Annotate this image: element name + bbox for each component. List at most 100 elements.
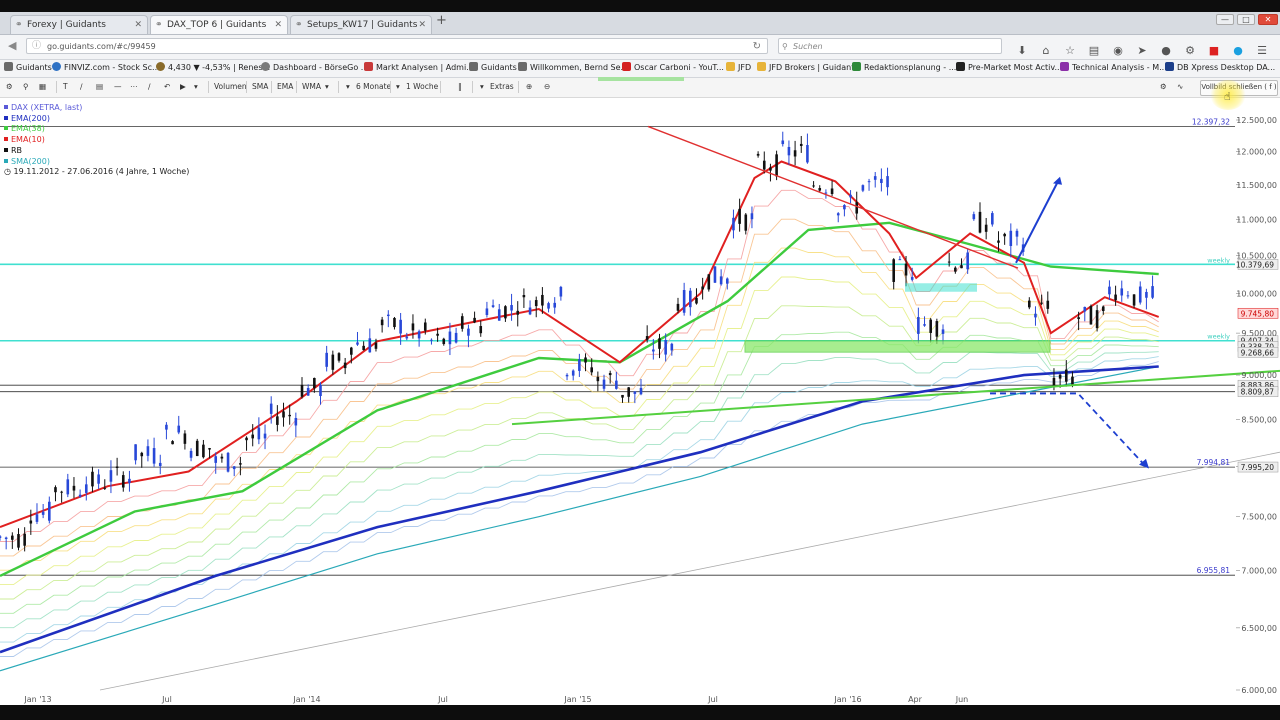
addon-icon[interactable]: ⚙ <box>1178 44 1202 57</box>
legend-dax[interactable]: DAX (XETRA, last) <box>4 103 82 114</box>
bookmark-jfd-brokers[interactable]: JFD Brokers | Guidants <box>757 60 859 76</box>
line-tool-icon[interactable]: ∕ <box>80 78 83 96</box>
bookmark-pre-market[interactable]: Pre-Market Most Activ... <box>956 60 1062 76</box>
candle-body <box>121 475 125 488</box>
zoom-out-icon[interactable]: ⊖ <box>544 78 550 96</box>
candle-body <box>843 205 846 210</box>
horizontal-line-icon[interactable]: — <box>114 78 122 96</box>
chevron-down-icon[interactable]: ▾ <box>325 78 329 96</box>
tab-dax-top6[interactable]: ⚭ DAX_TOP 6 | Guidants ✕ <box>150 15 288 34</box>
star-icon[interactable]: ☆ <box>1058 44 1082 57</box>
bookmark-jfd[interactable]: JFD <box>726 60 751 76</box>
candlestick-icon[interactable]: ‖ <box>458 78 462 96</box>
candle-body <box>195 440 199 457</box>
skype-icon[interactable]: ● <box>1226 44 1250 57</box>
library-icon[interactable]: ▤ <box>1082 44 1106 57</box>
candle-body <box>84 484 88 493</box>
candle-body <box>1064 369 1068 382</box>
bookmark-renes[interactable]: 4,430 ▼ -4,53% | Renes... <box>156 60 270 76</box>
chevron-down-icon: ▾ <box>346 82 350 91</box>
bookmark-willkommen[interactable]: Willkommen, Bernd Se... <box>518 60 628 76</box>
play-icon[interactable]: ▶ <box>180 78 186 96</box>
red-addon-icon[interactable]: ■ <box>1202 44 1226 57</box>
zeitraum-select[interactable]: 6 Monate <box>356 78 391 96</box>
candle-body <box>1028 300 1031 308</box>
candle-body <box>689 290 692 308</box>
text-tool-icon[interactable]: T <box>63 78 68 96</box>
send-icon[interactable]: ➤ <box>1130 44 1154 57</box>
layout-icon[interactable]: ⚙ <box>1160 78 1167 96</box>
candle-body <box>300 384 304 397</box>
bookmark-guidants-2[interactable]: Guidants <box>469 60 517 76</box>
bookmark-db-xpress[interactable]: DB Xpress Desktop DA... <box>1165 60 1275 76</box>
close-icon[interactable]: ✕ <box>134 16 142 34</box>
minimize-icon[interactable]: — <box>1216 14 1234 25</box>
fibonacci-tool-icon[interactable]: ▤ <box>96 78 103 96</box>
price-chart[interactable]: 12.500,00 12.000,00 11.500,00 11.000,00 10.5… <box>0 98 1280 705</box>
candle-body <box>128 478 131 484</box>
reload-icon[interactable]: ↻ <box>753 39 761 54</box>
undo-icon[interactable]: ↶ <box>164 78 170 96</box>
ema-button[interactable]: EMA <box>277 78 293 96</box>
menu-icon[interactable]: ☰ <box>1250 44 1274 57</box>
candle-body <box>584 357 587 363</box>
maximize-icon[interactable]: □ <box>1237 14 1255 25</box>
download-icon[interactable]: ⬇ <box>1010 44 1034 57</box>
new-tab-plus-icon[interactable]: + <box>436 13 447 28</box>
candle-body <box>177 425 181 433</box>
candle-body <box>910 277 914 280</box>
weekly-tag: weekly <box>1207 256 1230 264</box>
candle-body <box>861 185 865 191</box>
tab-setups-kw17[interactable]: ⚭ Setups_KW17 | Guidants ✕ <box>290 15 432 34</box>
legend-sma200[interactable]: SMA(200) <box>4 157 82 168</box>
candle-body <box>91 471 94 487</box>
bookmark-dashboard[interactable]: Dashboard - BörseGo ... <box>261 60 368 76</box>
chat-icon[interactable]: ● <box>1154 44 1178 57</box>
ema38-line <box>0 221 1159 577</box>
intervall-select[interactable]: 1 Woche <box>406 78 438 96</box>
bookmark-guidants[interactable]: Guidants <box>4 60 52 76</box>
wma-button[interactable]: WMA <box>302 78 321 96</box>
zoom-in-icon[interactable]: ⊕ <box>526 78 532 96</box>
pocket-icon[interactable]: ◉ <box>1106 44 1130 57</box>
bookmark-technical-analysis[interactable]: Technical Analysis - M... <box>1060 60 1167 76</box>
candle-body <box>633 391 637 394</box>
x-tick-label: Jan '16 <box>833 695 861 704</box>
folder-icon <box>726 62 735 71</box>
extras-button[interactable]: Extras <box>490 78 514 96</box>
candle-body <box>35 514 39 522</box>
close-icon[interactable]: ✕ <box>274 16 282 34</box>
home-icon[interactable]: ⌂ <box>1034 44 1058 57</box>
sma-button[interactable]: SMA <box>252 78 268 96</box>
search-input[interactable]: ⚲ Suchen <box>778 38 1002 54</box>
ema200-line <box>0 365 1159 654</box>
brush-tool-icon[interactable]: ∕ <box>148 78 151 96</box>
close-icon[interactable]: ✕ <box>418 16 426 34</box>
candle-body <box>41 511 45 515</box>
zoom-icon[interactable]: ⚲ <box>23 78 29 96</box>
legend-ema10[interactable]: EMA(10) <box>4 135 82 146</box>
browser-window: ⚭ Forexy | Guidants ✕ ⚭ DAX_TOP 6 | Guid… <box>0 0 1280 720</box>
channel-tool-icon[interactable]: ⋯ <box>130 78 138 96</box>
close-window-icon[interactable]: ✕ <box>1258 14 1278 25</box>
candle-body <box>818 188 822 191</box>
bookmark-markt-analysen[interactable]: Markt Analysen | Admi... <box>364 60 474 76</box>
bookmark-icon <box>1165 62 1174 71</box>
url-input[interactable]: ⓘ go.guidants.com/#c/99459 ↻ <box>26 38 768 54</box>
bookmark-finviz[interactable]: FINVIZ.com - Stock Sc... <box>52 60 160 76</box>
tab-forexy[interactable]: ⚭ Forexy | Guidants ✕ <box>10 15 148 34</box>
bookmark-redaktionsplanung[interactable]: Redaktionsplanung - ... <box>852 60 956 76</box>
back-arrow-icon[interactable]: ◀ <box>8 39 16 52</box>
wave-icon[interactable]: ∿ <box>1177 78 1183 96</box>
legend-ema200[interactable]: EMA(200) <box>4 114 82 125</box>
legend-rb[interactable]: RB <box>4 146 82 157</box>
candle-body <box>448 331 452 345</box>
x-tick-label: Jul <box>437 695 448 704</box>
dropdown-icon[interactable]: ▾ <box>194 78 198 96</box>
bookmark-youtube[interactable]: Oscar Carboni - YouT... <box>622 60 724 76</box>
settings-icon[interactable]: ⚙ <box>6 78 13 96</box>
grid-icon[interactable]: ▦ <box>39 78 46 96</box>
candle-body <box>232 466 236 470</box>
legend-ema38[interactable]: EMA(38) <box>4 124 82 135</box>
volumen-button[interactable]: Volumen <box>214 78 247 96</box>
